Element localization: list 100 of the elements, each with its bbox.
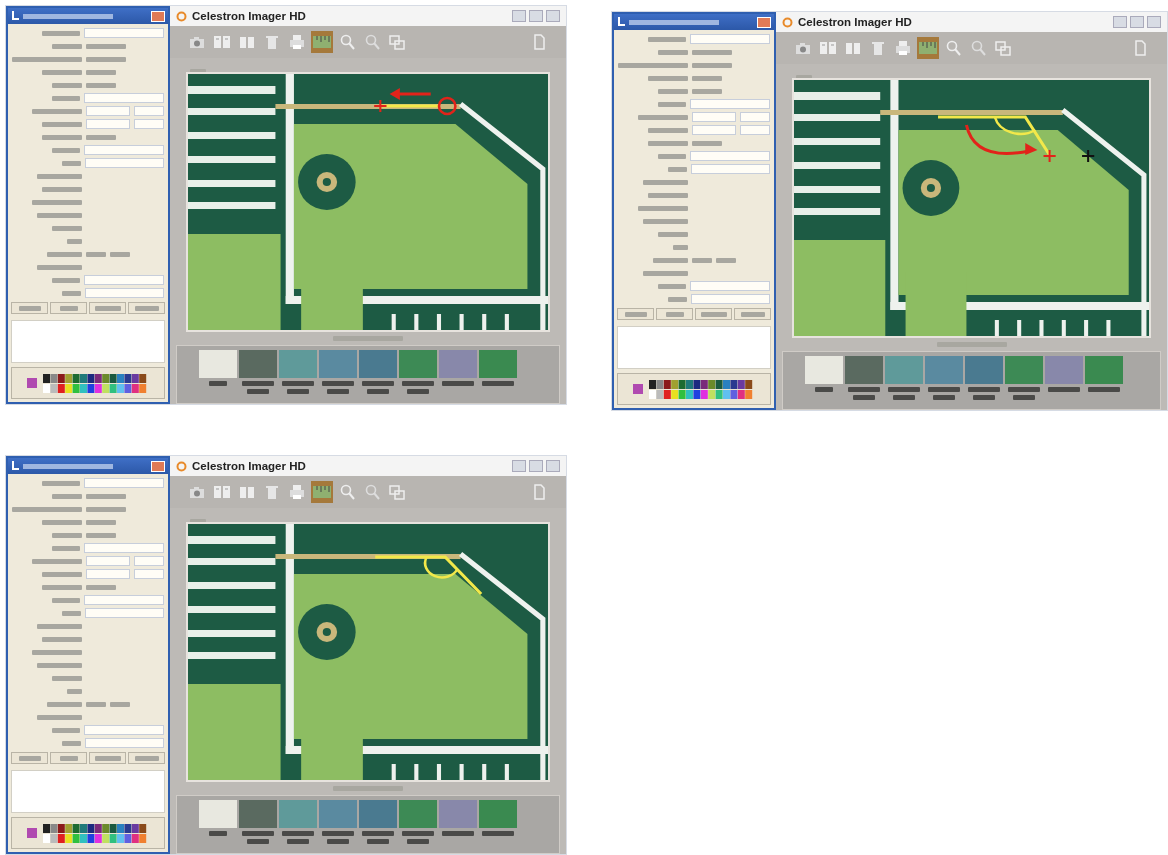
input-field[interactable] <box>690 99 770 109</box>
input-field[interactable] <box>84 595 164 605</box>
app-logo-icon <box>782 16 793 28</box>
thumbnail[interactable] <box>279 349 317 378</box>
blurred-text <box>62 160 81 166</box>
blurred-text <box>42 121 82 127</box>
button[interactable] <box>89 302 126 314</box>
color-palette[interactable] <box>11 367 165 399</box>
blurred-text <box>37 173 82 179</box>
color-palette[interactable] <box>617 373 771 405</box>
highlight-circle <box>437 96 457 115</box>
blurred-text <box>658 231 688 237</box>
input-field[interactable] <box>134 106 164 116</box>
toolbar-button[interactable] <box>311 30 333 53</box>
button[interactable] <box>89 752 126 764</box>
thumbnail[interactable] <box>319 799 357 828</box>
button[interactable] <box>128 752 165 764</box>
button[interactable] <box>617 308 654 320</box>
input-field[interactable] <box>84 145 164 155</box>
blurred-text <box>52 95 81 101</box>
input-field[interactable] <box>84 158 164 168</box>
input-field[interactable] <box>690 151 770 161</box>
thumbnail[interactable] <box>439 799 477 828</box>
blurred-text <box>1048 386 1080 392</box>
input-field[interactable] <box>690 164 770 174</box>
thumbnail[interactable] <box>359 349 397 378</box>
input-field[interactable] <box>84 608 164 618</box>
input-field[interactable] <box>84 543 164 553</box>
minimize-button[interactable] <box>1113 16 1127 29</box>
input-field[interactable] <box>740 125 770 135</box>
thumbnail[interactable] <box>439 349 477 378</box>
input-field[interactable] <box>690 281 770 291</box>
input-field[interactable] <box>134 556 164 566</box>
input-field[interactable] <box>84 275 164 285</box>
blurred-text <box>110 701 130 707</box>
thumbnail[interactable] <box>319 349 357 378</box>
thumbnail[interactable] <box>1085 355 1123 384</box>
blurred-text <box>933 394 955 400</box>
input-field[interactable] <box>691 112 737 122</box>
input-field[interactable] <box>134 569 164 579</box>
color-palette[interactable] <box>11 817 165 849</box>
toolbar-button[interactable] <box>311 480 333 503</box>
input-field[interactable] <box>84 288 164 298</box>
blurred-text <box>52 82 82 88</box>
blurred-text <box>888 386 920 392</box>
input-field[interactable] <box>84 738 164 748</box>
thumbnail[interactable] <box>359 799 397 828</box>
blurred-text <box>648 140 688 146</box>
button[interactable] <box>734 308 771 320</box>
blurred-text <box>37 623 82 629</box>
maximize-button[interactable] <box>529 10 543 23</box>
thumbnail[interactable] <box>1005 355 1043 384</box>
button[interactable] <box>11 302 48 314</box>
input-field[interactable] <box>85 556 131 566</box>
thumbnail[interactable] <box>479 349 517 378</box>
thumbnail[interactable] <box>199 349 237 378</box>
input-field[interactable] <box>84 725 164 735</box>
input-field[interactable] <box>689 34 770 44</box>
toolbar-button[interactable] <box>917 36 939 59</box>
thumbnail[interactable] <box>239 349 277 378</box>
button[interactable] <box>656 308 693 320</box>
blurred-text <box>52 493 82 499</box>
input-field[interactable] <box>740 112 770 122</box>
input-field[interactable] <box>83 478 164 488</box>
thumbnail[interactable] <box>399 349 437 378</box>
printer-icon <box>288 482 306 501</box>
input-field[interactable] <box>690 294 770 304</box>
maximize-button[interactable] <box>1130 16 1144 29</box>
button[interactable] <box>695 308 732 320</box>
button[interactable] <box>50 302 87 314</box>
blurred-text <box>12 506 82 512</box>
thumbnail[interactable] <box>925 355 963 384</box>
blurred-text <box>643 218 688 224</box>
input-field[interactable] <box>691 125 737 135</box>
thumbnail[interactable] <box>885 355 923 384</box>
input-field[interactable] <box>84 93 164 103</box>
thumbnail[interactable] <box>1045 355 1083 384</box>
thumbnail[interactable] <box>479 799 517 828</box>
thumbnail[interactable] <box>399 799 437 828</box>
thumbnail[interactable] <box>805 355 843 384</box>
button[interactable] <box>11 752 48 764</box>
blurred-text <box>282 830 314 836</box>
blurred-text <box>52 532 82 538</box>
thumbnail[interactable] <box>199 799 237 828</box>
thumbnail[interactable] <box>279 799 317 828</box>
minimize-button[interactable] <box>512 460 526 473</box>
minimize-button[interactable] <box>512 10 526 23</box>
input-field[interactable] <box>134 119 164 129</box>
blurred-text <box>86 69 116 75</box>
blurred-text <box>362 830 394 836</box>
input-field[interactable] <box>85 119 131 129</box>
input-field[interactable] <box>83 28 164 38</box>
input-field[interactable] <box>85 569 131 579</box>
thumbnail[interactable] <box>965 355 1003 384</box>
thumbnail[interactable] <box>239 799 277 828</box>
button[interactable] <box>128 302 165 314</box>
button[interactable] <box>50 752 87 764</box>
maximize-button[interactable] <box>529 460 543 473</box>
thumbnail[interactable] <box>845 355 883 384</box>
input-field[interactable] <box>85 106 131 116</box>
